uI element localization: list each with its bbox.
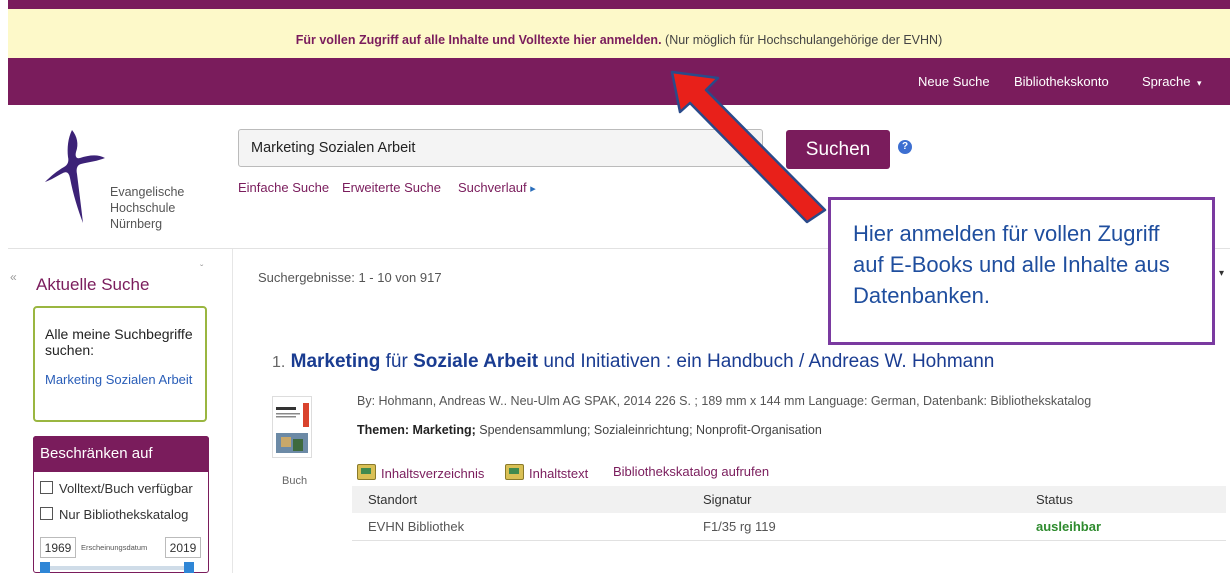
result-title-part-1[interactable]: Marketing	[291, 351, 381, 372]
filter-catalog-label: Nur Bibliothekskatalog	[59, 507, 189, 522]
result-type-label: Buch	[282, 475, 308, 487]
year-slider-track[interactable]	[41, 566, 193, 570]
year-range-label: Erscheinungsdatum	[81, 543, 148, 552]
col-status: Status	[1036, 492, 1073, 507]
top-navbar: Neue Suche Bibliothekskonto Sprache ▾	[8, 58, 1230, 105]
filter-catalog-only[interactable]: Nur Bibliothekskatalog	[40, 507, 188, 522]
logo-line-2: Hochschule	[110, 201, 176, 215]
search-terms-link[interactable]: Marketing Sozialen Arbeit	[45, 373, 195, 387]
play-arrow-icon: ▸	[530, 183, 536, 195]
col-location: Standort	[368, 492, 418, 507]
nav-language-label: Sprache	[1142, 74, 1191, 89]
themes-label: Themen: Marketing;	[357, 423, 476, 437]
col-call-number: Signatur	[703, 492, 752, 507]
result-metadata: By: Hohmann, Andreas W.. Neu-Ulm AG SPAK…	[357, 394, 1092, 408]
chevron-down-icon[interactable]: ˇ	[200, 264, 203, 275]
notice-bar-top	[8, 9, 1230, 22]
search-history-link[interactable]: Suchverlauf ▸	[458, 180, 536, 195]
toc-link[interactable]: Inhaltsverzeichnis	[357, 464, 484, 481]
cell-status: ausleihbar	[1036, 519, 1102, 534]
year-to-input[interactable]: 2019	[165, 537, 201, 558]
restrict-panel-title: Beschränken auf	[33, 436, 209, 472]
search-terms-heading: Alle meine Suchbegriffe suchen:	[45, 326, 193, 358]
chevron-down-icon: ▾	[1197, 78, 1202, 88]
nav-library-account[interactable]: Bibliothekskonto	[1014, 74, 1109, 89]
filter-fulltext[interactable]: Volltext/Buch verfügbar	[40, 481, 193, 496]
login-notice[interactable]: Für vollen Zugriff auf alle Inhalte und …	[8, 22, 1230, 58]
checkbox[interactable]	[40, 481, 53, 494]
result-title[interactable]: 1. Marketing für Soziale Arbeit und Init…	[272, 351, 994, 373]
current-search-heading: Aktuelle Suche	[36, 275, 150, 294]
collapse-sidebar-icon[interactable]: «	[10, 270, 17, 284]
search-terms-box	[33, 306, 207, 422]
toc-link-label: Inhaltsverzeichnis	[381, 466, 485, 481]
content-text-label: Inhaltstext	[529, 466, 589, 481]
result-themes: Themen: Marketing; Spendensammlung; Sozi…	[357, 423, 822, 437]
table-row-divider	[352, 540, 1226, 541]
book-cover-thumbnail[interactable]	[272, 396, 312, 458]
year-from-input[interactable]: 1969	[40, 537, 76, 558]
search-history-label: Suchverlauf	[458, 180, 527, 195]
sort-dropdown-caret-icon[interactable]: ▾	[1219, 268, 1224, 279]
folder-icon	[505, 464, 524, 480]
year-slider-handle-min[interactable]	[40, 562, 50, 573]
nav-language[interactable]: Sprache ▾	[1142, 74, 1202, 89]
nav-new-search[interactable]: Neue Suche	[918, 74, 990, 89]
checkbox[interactable]	[40, 507, 53, 520]
logo-line-3: Nürnberg	[110, 217, 163, 231]
result-title-part-3[interactable]: Soziale Arbeit	[413, 351, 538, 372]
sidebar-separator	[232, 249, 233, 573]
cell-location: EVHN Bibliothek	[368, 519, 465, 534]
cell-call-number: F1/35 rg 119	[703, 519, 776, 534]
cross-logo-icon	[45, 130, 105, 223]
year-slider-handle-max[interactable]	[184, 562, 194, 573]
folder-icon	[357, 464, 376, 480]
themes-values: Spendensammlung; Sozialeinrichtung; Nonp…	[475, 423, 822, 437]
result-number: 1.	[272, 354, 286, 371]
annotation-callout: Hier anmelden für vollen Zugriff auf E-B…	[828, 197, 1215, 345]
top-accent-bar	[8, 0, 1230, 9]
results-count: Suchergebnisse: 1 - 10 von 917	[258, 270, 442, 285]
help-icon[interactable]: ?	[898, 140, 912, 154]
advanced-search-link[interactable]: Erweiterte Suche	[342, 180, 441, 195]
book-cover-icon	[273, 397, 311, 457]
simple-search-link[interactable]: Einfache Suche	[238, 180, 329, 195]
result-title-part-2[interactable]: für	[380, 351, 413, 372]
catalog-link[interactable]: Bibliothekskatalog aufrufen	[613, 464, 769, 479]
logo-line-1: Evangelische	[110, 185, 185, 199]
content-text-link[interactable]: Inhaltstext	[505, 464, 588, 481]
login-notice-hint: (Nur möglich für Hochschulangehörige der…	[665, 33, 943, 47]
login-notice-link[interactable]: Für vollen Zugriff auf alle Inhalte und …	[296, 33, 662, 47]
holdings-table-header	[352, 486, 1226, 513]
result-title-part-4[interactable]: und Initiativen : ein Handbuch / Andreas…	[538, 351, 994, 372]
institution-logo[interactable]: Evangelische Hochschule Nürnberg	[45, 128, 215, 238]
filter-fulltext-label: Volltext/Buch verfügbar	[59, 481, 193, 496]
